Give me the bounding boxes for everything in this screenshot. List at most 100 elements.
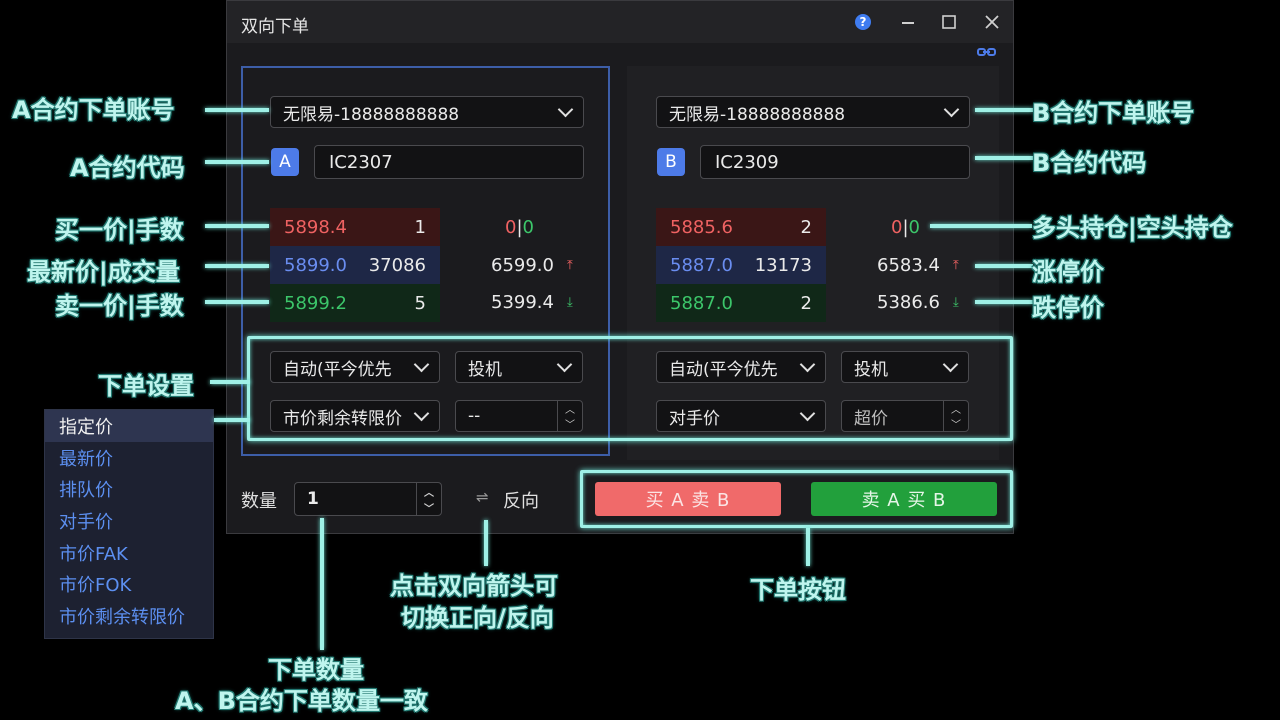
order-settings-highlight	[247, 336, 1013, 441]
annotation-limit-down: 跌停价	[1032, 294, 1104, 322]
b-limit-up: 6583.4	[877, 255, 940, 276]
connector-line	[205, 300, 269, 304]
annotation-qty-1: 下单数量	[268, 656, 364, 684]
connector-line	[975, 300, 1033, 304]
window-title: 双向下单	[241, 17, 309, 37]
b-account-select[interactable]: 无限易-18888888888	[656, 96, 970, 128]
b-last-volume: 13173	[754, 254, 812, 276]
b-last-row: 5887.0 13173	[656, 246, 826, 284]
a-position-long: 0	[505, 217, 517, 238]
connector-line	[205, 160, 269, 164]
connector-line	[214, 418, 250, 422]
limit-up-icon: ⤒	[953, 258, 959, 273]
b-code-input[interactable]: IC2309	[700, 145, 970, 179]
connector-line	[210, 380, 250, 384]
dropdown-option[interactable]: 对手价	[45, 505, 213, 537]
dropdown-option[interactable]: 排队价	[45, 473, 213, 505]
b-badge: B	[657, 148, 685, 176]
b-account-value: 无限易-18888888888	[669, 104, 846, 125]
a-position-short: 0	[522, 217, 534, 238]
b-buy1-price: 5887.0	[670, 292, 733, 314]
help-icon: ?	[855, 14, 871, 30]
a-buy1-lots: 5	[414, 292, 426, 314]
help-button[interactable]: ?	[850, 9, 876, 35]
a-sell1-price: 5898.4	[284, 216, 347, 238]
stepper-down-icon[interactable]: ﹀	[424, 500, 434, 515]
limit-up-icon: ⤒	[567, 258, 573, 273]
b-position: 0|0	[891, 217, 920, 238]
reverse-toggle[interactable]: 反向	[503, 487, 539, 513]
b-limit-down: 5386.6	[877, 292, 940, 313]
a-code-input[interactable]: IC2307	[314, 145, 584, 179]
b-position-short: 0	[908, 217, 920, 238]
a-limit-up: 6599.0	[491, 255, 554, 276]
connector-line	[806, 528, 810, 566]
maximize-button[interactable]	[936, 9, 962, 35]
a-badge: A	[271, 148, 299, 176]
annotation-order-button: 下单按钮	[750, 576, 846, 604]
annotation-a-code: A合约代码	[70, 154, 185, 182]
annotation-position: 多头持仓|空头持仓	[1032, 214, 1233, 242]
annotation-b-code: B合约代码	[1032, 149, 1147, 177]
annotation-limit-up: 涨停价	[1032, 258, 1104, 286]
dropdown-option[interactable]: 市价剩余转限价	[45, 600, 213, 632]
close-icon	[985, 15, 999, 29]
connector-line	[975, 156, 1033, 160]
price-type-dropdown: 指定价 最新价 排队价 对手价 市价FAK 市价FOK 市价剩余转限价	[44, 409, 214, 639]
chevron-down-icon	[943, 101, 960, 117]
a-last-volume: 37086	[368, 254, 426, 276]
connector-line	[205, 108, 269, 112]
link-icon[interactable]	[977, 47, 997, 57]
connector-line	[320, 518, 324, 650]
maximize-icon	[942, 15, 956, 29]
connector-line	[205, 224, 269, 228]
b-position-long: 0	[891, 217, 903, 238]
annotation-order-settings: 下单设置	[98, 372, 194, 400]
a-position: 0|0	[505, 217, 534, 238]
close-button[interactable]	[979, 9, 1005, 35]
swap-arrows-icon[interactable]: ⇌	[476, 488, 489, 506]
limit-down-icon: ⤓	[953, 295, 959, 310]
a-last-price: 5899.0	[284, 254, 347, 276]
annotation-sell1: 卖一价|手数	[55, 292, 184, 320]
stepper-up-icon[interactable]: ︿	[424, 484, 434, 499]
qty-value: 1	[307, 489, 319, 509]
annotation-reverse-1: 点击双向箭头可	[390, 572, 558, 600]
a-account-select[interactable]: 无限易-18888888888	[270, 96, 584, 128]
b-sell1-lots: 2	[800, 216, 812, 238]
dropdown-option[interactable]: 指定价	[45, 410, 213, 442]
annotation-last: 最新价|成交量	[27, 258, 180, 286]
connector-line	[975, 108, 1033, 112]
b-sell1-price: 5885.6	[670, 216, 733, 238]
annotation-reverse-2: 切换正向/反向	[401, 604, 554, 632]
a-last-row: 5899.0 37086	[270, 246, 440, 284]
connector-line	[975, 264, 1033, 268]
annotation-a-account: A合约下单账号	[12, 96, 175, 124]
annotation-qty-2: A、B合约下单数量一致	[175, 687, 428, 715]
a-buy1-price: 5899.2	[284, 292, 347, 314]
annotation-b-account: B合约下单账号	[1032, 99, 1195, 127]
connector-line	[484, 520, 488, 566]
qty-stepper[interactable]: ︿ ﹀	[416, 483, 441, 515]
b-buy1-row: 5887.0 2	[656, 284, 826, 322]
qty-label: 数量	[241, 491, 277, 512]
a-buy1-row: 5899.2 5	[270, 284, 440, 322]
minimize-button[interactable]	[895, 9, 921, 35]
a-sell1-row: 5898.4 1	[270, 208, 440, 246]
dropdown-option[interactable]: 最新价	[45, 442, 213, 474]
a-account-value: 无限易-18888888888	[283, 104, 460, 125]
order-button-highlight	[580, 470, 1013, 528]
dual-order-window: 双向下单 ? 无限易-18888888888 A IC2307 5898.4 1…	[226, 0, 1014, 534]
connector-line	[930, 224, 1032, 228]
a-sell1-lots: 1	[414, 216, 426, 238]
dropdown-option[interactable]: 市价FAK	[45, 537, 213, 569]
annotation-buy1: 买一价|手数	[55, 216, 184, 244]
b-buy1-lots: 2	[800, 292, 812, 314]
limit-down-icon: ⤓	[567, 295, 573, 310]
connector-line	[205, 264, 269, 268]
dropdown-option[interactable]: 市价FOK	[45, 568, 213, 600]
qty-spinner[interactable]: 1 ︿ ﹀	[294, 482, 442, 516]
b-last-price: 5887.0	[670, 254, 733, 276]
b-sell1-row: 5885.6 2	[656, 208, 826, 246]
title-bar: 双向下单 ?	[227, 1, 1013, 43]
